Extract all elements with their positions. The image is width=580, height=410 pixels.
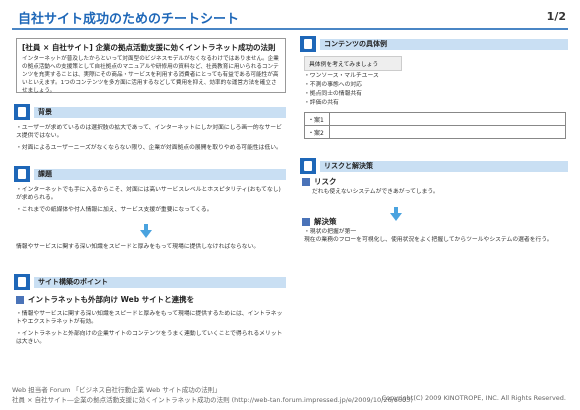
solution-text: ・現状の把握が第一 現在の業務のフローを可視化し、使用状況をよく把握してからツー…	[304, 229, 553, 243]
square-bullet-icon	[302, 217, 310, 226]
list-item: ・対面によるユーザーニーズがなくならない限り、企業が対面拠点の展開を取りやめる可…	[16, 145, 282, 151]
list-item: ・これまでの紙媒体や付人情報に加え、サービス支援が重要になってくる。	[16, 207, 213, 213]
case-label: ・案2	[304, 125, 330, 139]
section-contents-title: コンテンツの具体例	[320, 38, 568, 50]
page-number: 1/2	[546, 10, 566, 23]
footer-source: Web 担当者 Forum 「ビジネス自社行動企業 Web サイト成功の法則」	[12, 386, 221, 394]
risk-subheading: リスク	[302, 176, 337, 187]
risks-icon	[300, 158, 316, 174]
page-title: 自社サイト成功のためのチートシート	[18, 12, 240, 27]
arrow-down-icon	[390, 207, 402, 221]
contents-icon	[300, 36, 316, 52]
issues-list: ・インターネットでも手に入るからこそ、対面には高いサービスレベルとホスピタリティ…	[16, 186, 284, 218]
cases-table: ・案1 ・案2	[304, 112, 566, 139]
case-value[interactable]	[329, 112, 566, 126]
intro-box: [社員 × 自社サイト] 企業の拠点活動支援に効くイントラネット成功の法則 イン…	[16, 38, 286, 94]
section-background-title: 背景	[34, 106, 286, 118]
section-points-header: サイト構築のポイント	[14, 274, 286, 290]
list-item: ・拠点同士の情報共有	[304, 91, 362, 97]
points-list: ・情報やサービスに関する深い知識をスピードと厚みをもって現場に提供するためには、…	[16, 310, 284, 350]
solution-subheading: 解決策	[302, 216, 337, 227]
list-item: ・情報やサービスに関する深い知識をスピードと厚みをもって現場に提供するためには、…	[16, 311, 283, 325]
risk-text: だれも使えないシステムができあがってしまう。	[312, 189, 439, 195]
points-icon	[14, 274, 30, 290]
square-bullet-icon	[16, 295, 24, 304]
background-list: ・ユーザーが求めているのは選択肢の拡大であって、インターネットにしか対面にしろ画…	[16, 124, 284, 156]
intro-body: インターネットが普及したからといって対面型のビジネスモデルがなくなるわけではあり…	[22, 56, 279, 94]
issues-conclusion: 情報やサービスに関する深い知識をスピードと厚みをもって現場に提供しなければならな…	[16, 244, 260, 250]
section-risks-header: リスクと解決策	[300, 158, 568, 174]
section-contents-header: コンテンツの具体例	[300, 36, 568, 52]
section-issues-title: 課題	[34, 168, 286, 180]
contents-list: ・ワンソース・マルチユース ・不測の事態への対応 ・拠点同士の情報共有 ・評価の…	[304, 72, 564, 108]
case-label: ・案1	[304, 112, 330, 126]
points-subheading: イントラネットも外部向け Web サイトと連携を	[16, 294, 194, 305]
intro-title: [社員 × 自社サイト] 企業の拠点活動支援に効くイントラネット成功の法則	[22, 43, 276, 52]
risk-label: リスク	[314, 177, 337, 186]
section-background-header: 背景	[14, 104, 286, 120]
arrow-down-icon	[140, 224, 152, 238]
list-item: ・イントラネットと外部向けの企業サイトのコンテンツをうまく連動していくことで得ら…	[16, 331, 283, 345]
list-item: ・ユーザーが求めているのは選択肢の拡大であって、インターネットにしか対面にしろ画…	[16, 125, 282, 139]
square-bullet-icon	[302, 177, 310, 186]
list-item: ・ワンソース・マルチユース	[304, 73, 379, 79]
section-issues-header: 課題	[14, 166, 286, 182]
points-subheading-text: イントラネットも外部向け Web サイトと連携を	[28, 295, 195, 304]
solution-label: 解決策	[314, 217, 337, 226]
issues-icon	[14, 166, 30, 182]
case-value[interactable]	[329, 125, 566, 139]
footer-copyright: Copyright(C) 2009 KINOTROPE, INC. All Ri…	[381, 394, 566, 402]
list-item: ・評価の共有	[304, 100, 339, 106]
header-rule	[12, 28, 568, 30]
example-label: 具体例を考えてみましょう	[304, 56, 402, 71]
section-risks-title: リスクと解決策	[320, 160, 568, 172]
list-item: ・インターネットでも手に入るからこそ、対面には高いサービスレベルとホスピタリティ…	[16, 187, 281, 201]
section-points-title: サイト構築のポイント	[34, 276, 286, 288]
list-item: ・不測の事態への対応	[304, 82, 362, 88]
footer-url: 社員 × 自社サイト―企業の拠点活動支援に効くイントラネット成功の法則 (htt…	[12, 396, 413, 404]
background-icon	[14, 104, 30, 120]
